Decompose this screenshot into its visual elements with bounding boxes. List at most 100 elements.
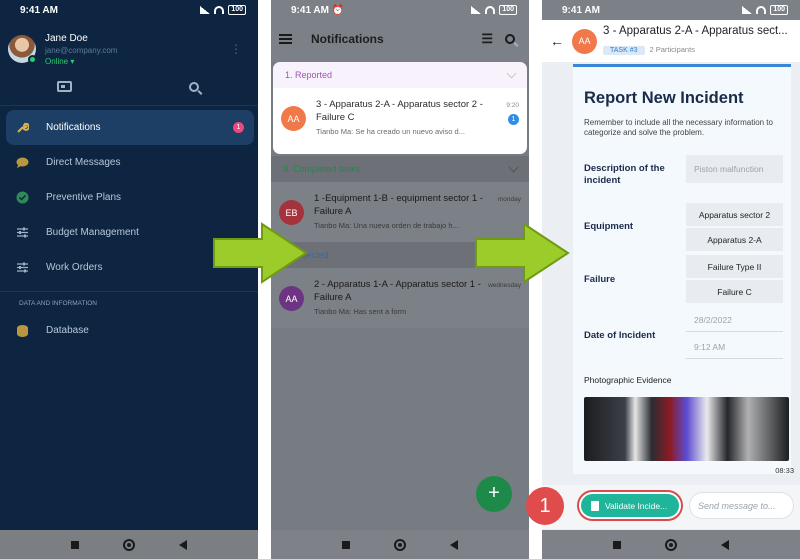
alarm-icon: ⏰ — [331, 4, 345, 16]
arrow-right-icon — [475, 222, 570, 284]
field-label: Date of Incident — [584, 330, 656, 341]
notification-title: 3 - Apparatus 2-A - Apparatus sector 2 -… — [316, 99, 483, 123]
menu-item-direct-messages[interactable]: Direct Messages — [6, 145, 254, 180]
avatar: AA — [279, 286, 304, 311]
menu-item-database[interactable]: Database — [6, 313, 254, 348]
validate-incident-button[interactable]: Validate Incide... — [579, 492, 681, 519]
button-label: Validate Incide... — [605, 500, 668, 511]
wifi-icon — [214, 6, 225, 14]
date-field[interactable]: 28/2/2022 — [686, 309, 783, 332]
field-label: Equipment — [584, 221, 634, 232]
notification-time: monday — [497, 196, 521, 203]
field-label: Failure — [584, 274, 616, 285]
failure-field[interactable]: Failure C — [686, 280, 783, 303]
status-time: 9:41 AM — [291, 4, 329, 16]
recent-apps-icon[interactable] — [342, 540, 350, 549]
signal-icon — [471, 6, 482, 14]
battery-icon: 100 — [228, 5, 246, 15]
section-title: 1. Reported — [285, 70, 333, 80]
user-name: Jane Doe — [45, 32, 88, 44]
online-indicator — [28, 55, 37, 64]
avatar: AA — [572, 28, 597, 54]
status-bar: 9:41 AM 100 — [0, 0, 258, 20]
sliders-icon — [16, 261, 29, 274]
chevron-down-icon — [506, 68, 517, 78]
section-title: 3. Completed tasks — [283, 164, 361, 174]
menu-item-label: Budget Management — [46, 227, 139, 238]
menu-item-label: Notifications — [46, 122, 101, 133]
back-icon[interactable] — [450, 539, 458, 550]
evidence-photo[interactable] — [584, 397, 789, 461]
arrow-right-icon — [213, 222, 308, 284]
signal-icon — [200, 6, 211, 14]
battery-icon: 100 — [770, 5, 788, 15]
menu-item-label: Database — [46, 325, 89, 336]
home-icon[interactable] — [394, 538, 406, 551]
status-time: 9:41 AM — [562, 4, 600, 16]
home-icon[interactable] — [123, 538, 135, 551]
add-button[interactable]: + — [476, 476, 512, 512]
list-item[interactable]: AA 3 - Apparatus 2-A - Apparatus sector … — [273, 88, 527, 148]
document-icon — [591, 500, 599, 511]
battery-icon: 100 — [499, 5, 517, 15]
incident-form: Report New Incident Remember to include … — [573, 64, 791, 474]
failure-type-field[interactable]: Failure Type II — [686, 255, 783, 278]
form-title: Report New Incident — [584, 89, 744, 107]
wifi-icon — [485, 6, 496, 14]
menu-item-label: Preventive Plans — [46, 192, 122, 203]
recent-apps-icon[interactable] — [71, 540, 79, 549]
message-timestamp: 08:33 — [775, 466, 794, 475]
menu-item-notifications[interactable]: Notifications 1 — [6, 110, 254, 145]
notification-time: 9:20 — [506, 102, 519, 109]
status-time: 9:41 AM — [20, 4, 58, 16]
tab-search[interactable] — [129, 68, 258, 106]
page-title: Notifications — [311, 32, 384, 46]
search-icon — [188, 81, 199, 92]
app-bar: Notifications ☰ — [271, 20, 529, 58]
notification-preview: Tianbo Ma: Has sent a form — [314, 307, 407, 316]
user-email: jane@company.com — [45, 45, 118, 55]
field-label: Description of the incident — [584, 163, 665, 186]
avatar — [8, 35, 37, 64]
wifi-icon — [756, 6, 767, 14]
search-icon[interactable] — [505, 34, 515, 44]
tab-contacts[interactable] — [0, 68, 129, 106]
time-field[interactable]: 9:12 AM — [686, 336, 783, 359]
back-icon[interactable] — [721, 539, 729, 550]
section-reported[interactable]: 1. Reported — [273, 62, 527, 88]
filter-list-icon[interactable]: ☰ — [481, 31, 493, 47]
section-label: DATA AND INFORMATION — [0, 291, 258, 313]
menu-icon[interactable] — [279, 34, 292, 44]
section-completed[interactable]: 3. Completed tasks — [271, 156, 529, 182]
notification-count-badge: 1 — [233, 122, 244, 133]
unread-badge: 1 — [508, 114, 519, 125]
user-profile[interactable]: Jane Doe jane@company.com Online ▾ ⋮ — [0, 20, 258, 68]
home-icon[interactable] — [665, 538, 677, 551]
signal-icon — [742, 6, 753, 14]
task-chip: TASK #3 — [603, 46, 645, 55]
wrench-icon — [16, 121, 29, 134]
menu-item-preventive-plans[interactable]: Preventive Plans — [6, 180, 254, 215]
database-icon — [16, 324, 29, 337]
android-nav-bar — [271, 530, 529, 559]
status-bar: 9:41 AM ⏰ 100 — [271, 0, 529, 20]
chat-bubble-icon — [16, 156, 29, 169]
notification-preview: Tianbo Ma: Se ha creado un nuevo aviso d… — [316, 127, 465, 136]
recent-apps-icon[interactable] — [613, 540, 621, 549]
step-number-marker: 1 — [526, 487, 564, 525]
description-field[interactable]: Piston malfunction — [686, 155, 783, 183]
message-input[interactable]: Send message to... — [689, 492, 794, 519]
chevron-down-icon — [508, 162, 519, 172]
drawer-tabs — [0, 68, 258, 106]
equipment-sector-field[interactable]: Apparatus sector 2 — [686, 203, 783, 226]
field-label: Photographic Evidence — [584, 375, 672, 385]
equipment-field[interactable]: Apparatus 2-A — [686, 228, 783, 251]
phone-report-incident: 9:41 AM 100 ← AA 3 - Apparatus 2-A - App… — [542, 0, 800, 559]
back-arrow-icon[interactable]: ← — [550, 33, 564, 49]
chat-title: 3 - Apparatus 2-A - Apparatus sect... — [603, 25, 788, 37]
form-description: Remember to include all the necessary in… — [584, 118, 773, 137]
chat-header: ← AA 3 - Apparatus 2-A - Apparatus sect.… — [542, 20, 800, 62]
more-vert-icon[interactable]: ⋮ — [230, 42, 242, 56]
back-icon[interactable] — [179, 539, 187, 550]
sliders-icon — [16, 226, 29, 239]
